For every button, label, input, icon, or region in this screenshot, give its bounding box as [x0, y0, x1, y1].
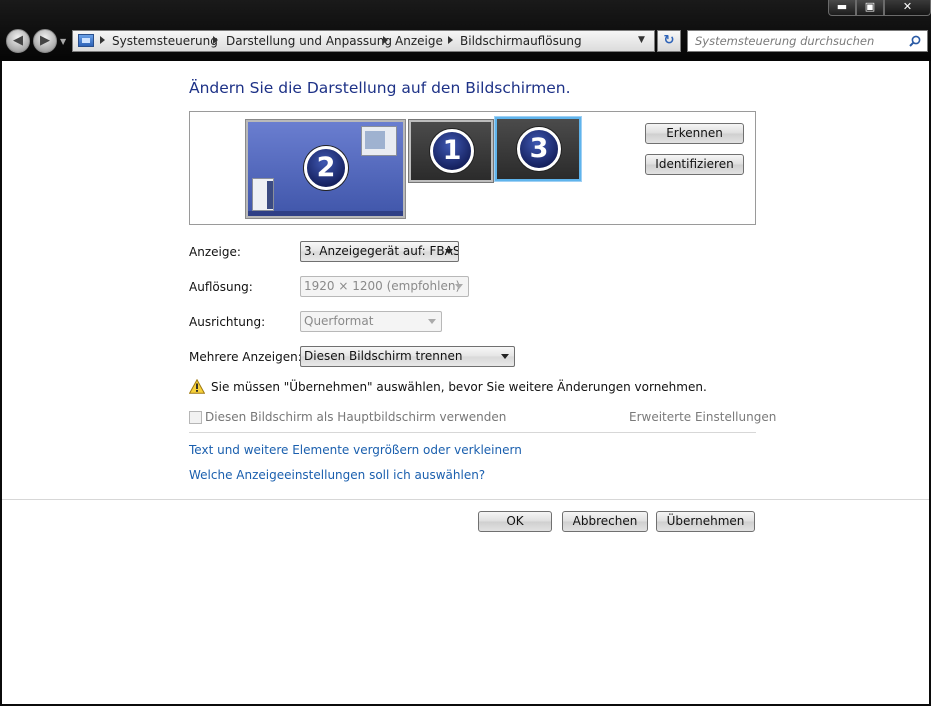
primary-display-checkbox[interactable] — [189, 411, 202, 424]
ok-button[interactable]: OK — [478, 511, 552, 532]
breadcrumb-darstellung[interactable]: Darstellung und Anpassung — [226, 34, 392, 48]
chevron-down-icon — [445, 249, 453, 254]
search-icon[interactable] — [909, 35, 921, 47]
orientation-label: Ausrichtung: — [189, 315, 266, 329]
resolution-label: Auflösung: — [189, 280, 253, 294]
breadcrumb-bildschirmaufloesung[interactable]: Bildschirmauflösung — [460, 34, 582, 48]
chevron-down-icon — [428, 319, 436, 324]
divider — [189, 432, 756, 433]
display-select[interactable]: 3. Anzeigegerät auf: FBAS — [300, 241, 459, 262]
back-arrow-icon: ◀ — [13, 33, 23, 48]
taskbar-thumbnail — [248, 211, 403, 216]
breadcrumb-arrow-icon[interactable] — [383, 36, 388, 44]
refresh-button[interactable]: ↻ — [657, 30, 681, 52]
display-settings-help-link[interactable]: Welche Anzeigeeinstellungen soll ich aus… — [189, 468, 485, 482]
minimize-button[interactable]: ▬ — [828, 0, 856, 16]
content-area: Ändern Sie die Darstellung auf den Bilds… — [2, 61, 929, 704]
apply-button[interactable]: Übernehmen — [656, 511, 755, 532]
monitor-preview: 2 1 3 Erkennen Identifizieren — [189, 111, 756, 225]
forward-arrow-icon: ▶ — [40, 33, 50, 48]
detect-button[interactable]: Erkennen — [645, 123, 744, 144]
orientation-select-value: Querformat — [304, 314, 374, 328]
monitor-number-badge: 1 — [430, 129, 474, 173]
apply-warning-text: Sie müssen "Übernehmen" auswählen, bevor… — [211, 380, 707, 394]
forward-button[interactable]: ▶ — [33, 29, 57, 53]
primary-display-label: Diesen Bildschirm als Hauptbildschirm ve… — [205, 410, 507, 424]
breadcrumb-arrow-icon[interactable] — [100, 36, 105, 44]
chevron-down-icon — [501, 354, 509, 359]
breadcrumb-arrow-icon[interactable] — [448, 36, 453, 44]
close-button[interactable]: ✕ — [884, 0, 931, 16]
window-thumbnail — [361, 126, 397, 156]
search-box[interactable] — [687, 30, 928, 52]
multiple-displays-select-value: Diesen Bildschirm trennen — [304, 349, 463, 363]
resolution-select[interactable]: 1920 × 1200 (empfohlen) — [300, 276, 469, 297]
monitor-1[interactable]: 1 — [409, 120, 493, 182]
resolution-select-value: 1920 × 1200 (empfohlen) — [304, 279, 461, 293]
orientation-select[interactable]: Querformat — [300, 311, 442, 332]
history-dropdown-icon[interactable]: ▼ — [60, 37, 66, 46]
multiple-displays-label: Mehrere Anzeigen: — [189, 350, 302, 364]
breadcrumb-anzeige[interactable]: Anzeige — [395, 34, 443, 48]
maximize-button[interactable]: ▣ — [856, 0, 884, 16]
multiple-displays-select[interactable]: Diesen Bildschirm trennen — [300, 346, 515, 367]
cancel-button[interactable]: Abbrechen — [562, 511, 648, 532]
refresh-icon: ↻ — [663, 33, 675, 48]
monitor-number-badge: 2 — [304, 146, 348, 190]
display-select-value: 3. Anzeigegerät auf: FBAS — [304, 244, 459, 258]
display-label: Anzeige: — [189, 245, 241, 259]
warning-icon — [189, 379, 205, 394]
page-title: Ändern Sie die Darstellung auf den Bilds… — [189, 79, 571, 97]
advanced-settings-link[interactable]: Erweiterte Einstellungen — [629, 410, 776, 424]
breadcrumb-systemsteuerung[interactable]: Systemsteuerung — [112, 34, 218, 48]
monitor-2[interactable]: 2 — [246, 120, 405, 218]
start-menu-thumbnail — [252, 178, 274, 211]
address-dropdown-icon[interactable]: ▼ — [638, 35, 645, 45]
breadcrumb-arrow-icon[interactable] — [213, 36, 218, 44]
monitor-3[interactable]: 3 — [495, 117, 581, 181]
back-button[interactable]: ◀ — [6, 29, 30, 53]
chevron-down-icon — [455, 284, 463, 289]
identify-button[interactable]: Identifizieren — [645, 154, 744, 175]
search-input[interactable] — [688, 31, 903, 51]
title-bar: ▬ ▣ ✕ ◀ ▶ ▼ Systemsteuerung Darstellung … — [0, 0, 931, 61]
monitor-number-badge: 3 — [517, 127, 561, 171]
text-size-link[interactable]: Text und weitere Elemente vergrößern ode… — [189, 443, 522, 457]
divider — [2, 499, 929, 500]
control-panel-icon — [78, 34, 94, 47]
address-bar[interactable]: Systemsteuerung Darstellung und Anpassun… — [72, 30, 655, 52]
